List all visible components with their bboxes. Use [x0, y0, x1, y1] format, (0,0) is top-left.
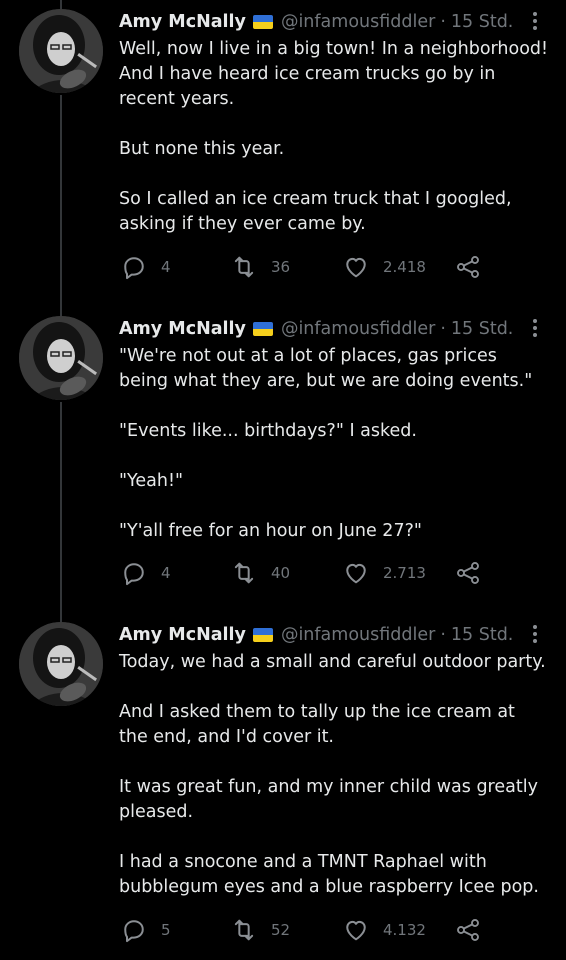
tweet-paragraph: I had a snocone and a TMNT Raphael with … [119, 852, 539, 897]
author-handle[interactable]: @infamousfiddler [281, 319, 435, 339]
author-name[interactable]: Amy McNally [119, 12, 246, 32]
author-name[interactable]: Amy McNally [119, 625, 246, 645]
share-icon [457, 256, 479, 278]
tweet-paragraph: Today, we had a small and careful outdoo… [119, 652, 546, 672]
tweet-paragraph: "Yeah!" [119, 471, 184, 491]
tweet-paragraph: But none this year. [119, 139, 285, 159]
ukraine-flag-icon [252, 322, 273, 336]
tweet-paragraph: Well, now I live in a big town! In a nei… [119, 39, 549, 109]
tweet-actions: 5 52 4.132 [120, 916, 500, 944]
reply-button[interactable]: 5 [120, 916, 171, 944]
timestamp[interactable]: 15 Std. [451, 319, 513, 339]
heart-icon [346, 563, 366, 584]
retweet-icon [234, 919, 254, 941]
tweet-paragraph: "Y'all free for an hour on June 27?" [119, 521, 422, 541]
retweet-button[interactable]: 52 [230, 916, 290, 944]
avatar[interactable] [19, 316, 103, 400]
tweet-paragraph: It was great fun, and my inner child was… [119, 777, 538, 822]
tweet-text: Today, we had a small and careful outdoo… [119, 650, 549, 900]
avatar[interactable] [19, 622, 103, 706]
separator-dot: · [440, 12, 446, 32]
avatar[interactable] [19, 9, 103, 93]
author-name[interactable]: Amy McNally [119, 319, 246, 339]
heart-icon [346, 257, 366, 278]
tweet-paragraph: And I asked them to tally up the ice cre… [119, 702, 515, 747]
author-handle[interactable]: @infamousfiddler [281, 12, 435, 32]
retweet-icon [234, 562, 254, 584]
tweet-paragraph: "Events like... birthdays?" I asked. [119, 421, 417, 441]
retweet-button[interactable]: 40 [230, 559, 290, 587]
retweet-icon [234, 256, 254, 278]
retweet-count: 40 [271, 564, 291, 582]
author-handle[interactable]: @infamousfiddler [281, 625, 435, 645]
separator-dot: · [440, 625, 446, 645]
tweet-text: Well, now I live in a big town! In a nei… [119, 37, 549, 237]
reply-button[interactable]: 4 [120, 559, 171, 587]
reply-icon [124, 257, 144, 280]
reply-icon [124, 563, 144, 586]
share-icon [457, 919, 479, 941]
like-button[interactable]: 2.713 [342, 559, 426, 587]
tweet-paragraph: So I called an ice cream truck that I go… [119, 189, 512, 234]
tweet[interactable]: Amy McNally @infamousfiddler · 15 Std. T… [0, 613, 566, 960]
ukraine-flag-icon [252, 15, 273, 29]
tweet-actions: 4 40 2.713 [120, 559, 500, 587]
like-button[interactable]: 4.132 [342, 916, 426, 944]
retweet-count: 52 [271, 921, 291, 939]
tweet[interactable]: Amy McNally @infamousfiddler · 15 Std. "… [0, 307, 566, 612]
timestamp[interactable]: 15 Std. [451, 625, 513, 645]
tweet-text: "We're not out at a lot of places, gas p… [119, 344, 549, 544]
timestamp[interactable]: 15 Std. [451, 12, 513, 32]
tweet-actions: 4 36 2.418 [120, 253, 500, 281]
share-button[interactable] [454, 253, 482, 281]
like-count: 2.713 [383, 564, 426, 582]
more-options-icon[interactable] [526, 8, 544, 34]
tweet-header: Amy McNally @infamousfiddler · 15 Std. [119, 624, 513, 646]
reply-count: 4 [161, 564, 171, 582]
like-count: 2.418 [383, 258, 426, 276]
share-icon [457, 562, 479, 584]
reply-count: 5 [161, 921, 171, 939]
retweet-count: 36 [271, 258, 291, 276]
like-button[interactable]: 2.418 [342, 253, 426, 281]
reply-button[interactable]: 4 [120, 253, 171, 281]
tweet[interactable]: Amy McNally @infamousfiddler · 15 Std. W… [0, 0, 566, 305]
ukraine-flag-icon [252, 628, 273, 642]
tweet-paragraph: "We're not out at a lot of places, gas p… [119, 346, 533, 391]
tweet-header: Amy McNally @infamousfiddler · 15 Std. [119, 11, 513, 33]
more-options-icon[interactable] [526, 621, 544, 647]
reply-icon [124, 920, 144, 943]
heart-icon [346, 920, 366, 941]
separator-dot: · [440, 319, 446, 339]
retweet-button[interactable]: 36 [230, 253, 290, 281]
tweet-header: Amy McNally @infamousfiddler · 15 Std. [119, 318, 513, 340]
share-button[interactable] [454, 559, 482, 587]
more-options-icon[interactable] [526, 315, 544, 341]
like-count: 4.132 [383, 921, 426, 939]
share-button[interactable] [454, 916, 482, 944]
reply-count: 4 [161, 258, 171, 276]
